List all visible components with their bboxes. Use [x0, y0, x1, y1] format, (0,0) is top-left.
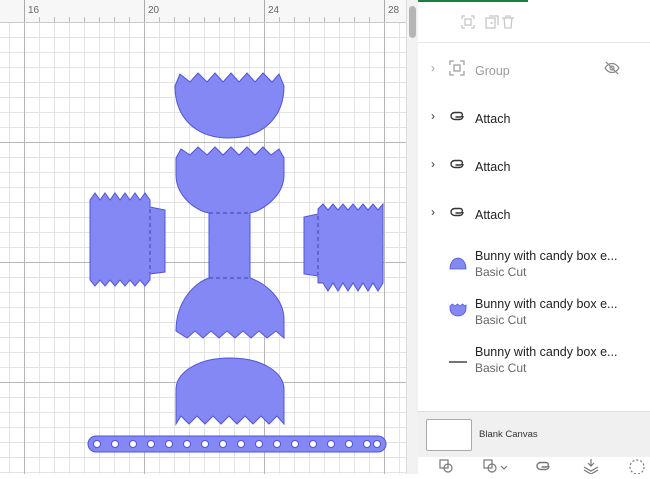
layers-toolbar — [418, 2, 650, 43]
shape-top-cup — [174, 72, 285, 139]
chevron-right-icon[interactable]: › — [431, 205, 441, 219]
slice-icon[interactable] — [438, 458, 456, 474]
blank-canvas-row[interactable]: Blank Canvas — [418, 411, 650, 457]
chevron-right-icon[interactable]: › — [431, 109, 441, 123]
layer-title: Bunny with candy box e... — [475, 249, 618, 263]
attach-icon — [448, 107, 468, 125]
layer-row-attach[interactable]: › Attach — [418, 95, 650, 139]
dome-shape-icon — [448, 256, 468, 274]
layer-row-shape[interactable]: Bunny with candy box e... Basic Cut — [418, 337, 650, 385]
attach-icon — [448, 155, 468, 173]
flatten-icon[interactable] — [582, 458, 600, 475]
layer-row-attach[interactable]: › Attach — [418, 143, 650, 187]
line-shape-icon — [448, 351, 468, 369]
layer-row-attach[interactable]: › Attach — [418, 191, 650, 235]
layer-subtitle: Basic Cut — [475, 361, 527, 375]
design-canvas[interactable]: 16 20 24 28 — [0, 0, 406, 474]
group-icon[interactable] — [458, 12, 478, 32]
ruler-tick: 24 — [268, 5, 280, 16]
layer-title: Bunny with candy box e... — [475, 345, 618, 359]
layer-subtitle: Basic Cut — [475, 265, 527, 279]
layer-subtitle: Basic Cut — [475, 313, 527, 327]
shape-upper-dome — [175, 146, 285, 340]
canvas-shapes — [87, 72, 387, 453]
layer-title: Attach — [475, 112, 511, 126]
layer-title: Attach — [475, 208, 511, 222]
contour-icon[interactable] — [628, 458, 646, 475]
scrollbar-thumb[interactable] — [409, 6, 416, 38]
layers-panel: › Group › Attach › Attach › Attach Bunny… — [418, 0, 650, 475]
layer-title: Bunny with candy box e... — [475, 297, 618, 311]
shape-bottom-cup — [175, 357, 285, 426]
layer-title: Group — [475, 64, 510, 78]
chevron-right-icon[interactable]: › — [431, 157, 441, 171]
horizontal-ruler: 16 20 24 28 — [0, 0, 406, 23]
attach-icon[interactable] — [534, 458, 552, 474]
bottom-toolbar — [418, 456, 650, 475]
layer-title: Attach — [475, 160, 511, 174]
ruler-tick: 16 — [28, 5, 40, 16]
ruler-tick: 20 — [148, 5, 160, 16]
attach-icon — [448, 203, 468, 221]
layer-row-shape[interactable]: Bunny with candy box e... Basic Cut — [418, 288, 650, 336]
combine-icon[interactable] — [482, 458, 508, 474]
ruler-tick: 28 — [388, 5, 400, 16]
blank-canvas-label: Blank Canvas — [479, 429, 538, 440]
group-icon — [448, 59, 468, 77]
shape-right-panel — [303, 202, 384, 292]
layer-row-group[interactable]: › Group — [418, 47, 650, 91]
shape-left-panel — [89, 192, 166, 287]
chevron-right-icon[interactable]: › — [431, 61, 441, 75]
delete-icon[interactable] — [498, 12, 518, 32]
layer-row-shape[interactable]: Bunny with candy box e... Basic Cut — [418, 239, 650, 287]
canvas-thumbnail[interactable] — [426, 419, 472, 451]
hidden-eye-icon[interactable] — [604, 61, 622, 75]
layers-list: › Group › Attach › Attach › Attach Bunny… — [418, 43, 650, 411]
scalloped-shape-icon — [448, 303, 468, 321]
